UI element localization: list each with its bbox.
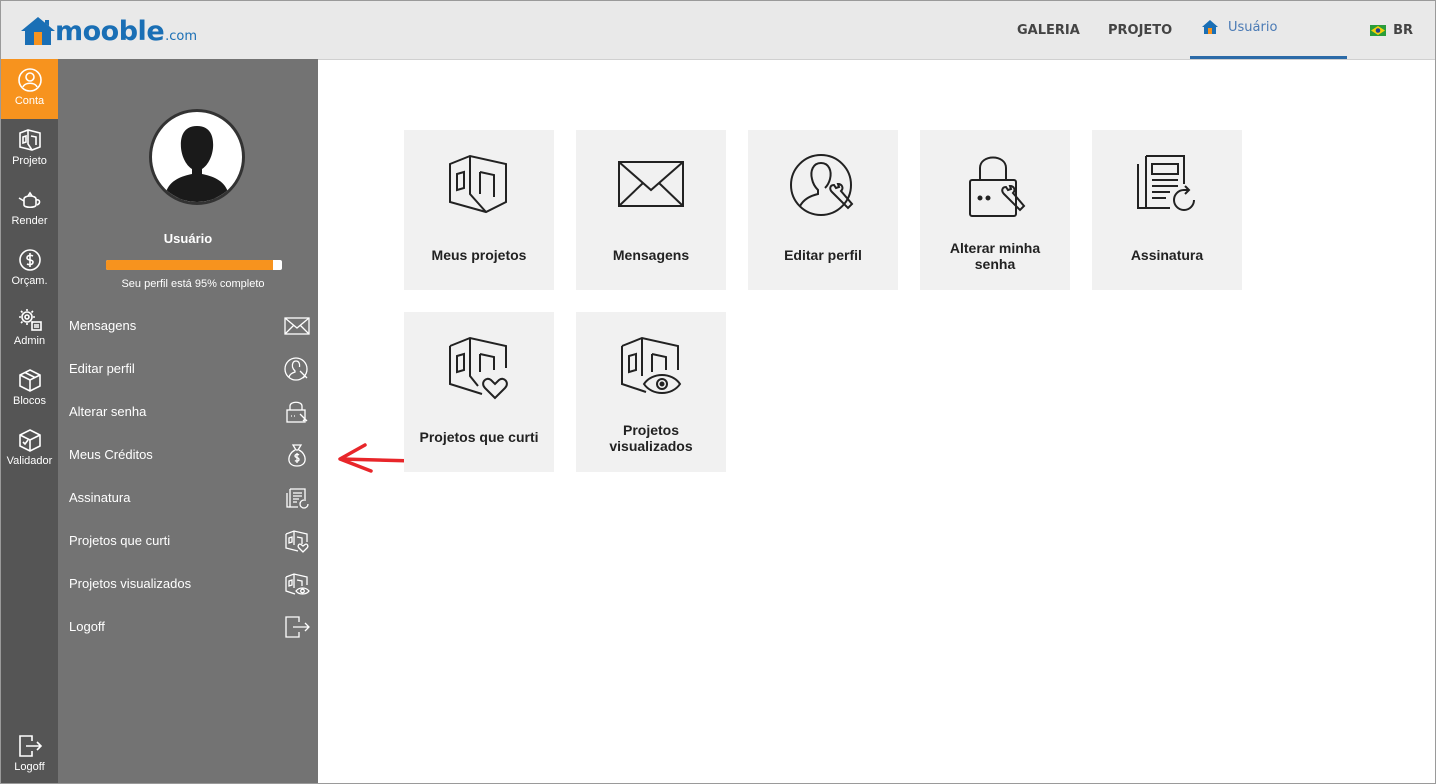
lock-key-icon [286, 401, 308, 423]
top-header: mooble .com GALERIA PROJETO Usuário BR [1, 1, 1435, 60]
cube-heart-icon [285, 530, 309, 553]
menu-item-label: Projetos visualizados [69, 576, 192, 591]
language-selector[interactable]: BR [1370, 23, 1413, 38]
avatar[interactable] [149, 109, 245, 205]
menu-item-projetos-visualizados[interactable]: Projetos visualizados [58, 569, 318, 612]
logout-icon [285, 616, 310, 638]
strip-item-blocos[interactable]: Blocos [1, 359, 58, 419]
lock-key-icon [969, 156, 1026, 217]
tile-projetos-visualizados[interactable]: Projetos visualizados [576, 312, 726, 472]
menu-item-projetos-que-curti[interactable]: Projetos que curti [58, 526, 318, 569]
nav-galeria[interactable]: GALERIA [1017, 1, 1080, 59]
cube-eye-icon [285, 573, 310, 595]
strip-label: Render [11, 215, 48, 227]
profile-progress-text: Seu perfil está 95% completo [121, 278, 265, 290]
menu-item-label: Mensagens [69, 318, 137, 333]
profile-progress-fill [106, 260, 274, 270]
user-edit-icon [284, 357, 308, 381]
strip-item-orcamento[interactable]: Orçam. [1, 239, 58, 299]
menu-item-label: Logoff [69, 619, 105, 634]
nav-projeto-label: PROJETO [1108, 22, 1173, 38]
menu-item-editar-perfil[interactable]: Editar perfil [58, 354, 318, 397]
brand-name: mooble [55, 16, 165, 47]
cube-project-icon [449, 154, 507, 214]
strip-item-conta[interactable]: Conta [1, 59, 58, 119]
tile-label: Editar perfil [784, 247, 862, 263]
cube-project-icon [18, 129, 41, 151]
mooble-logo[interactable]: mooble .com [19, 13, 197, 47]
strip-label: Admin [13, 335, 46, 347]
strip-label: Blocos [12, 395, 47, 407]
tile-projetos-que-curti[interactable]: Projetos que curti [404, 312, 554, 472]
strip-label: Logoff [14, 761, 45, 773]
tile-label: Meus projetos [431, 247, 527, 263]
nav-usuario[interactable]: Usuário [1190, 1, 1347, 59]
cube-heart-icon [449, 336, 508, 400]
tile-label-line: Projetos [622, 422, 679, 438]
tile-label: Alterar minha senha [925, 240, 1065, 272]
strip-label: Projeto [12, 155, 47, 167]
language-label: BR [1393, 23, 1413, 38]
icon-sidebar: Conta Projeto Render Orçam. Admin Blocos… [1, 59, 58, 783]
cube-eye-icon [621, 336, 682, 394]
menu-item-alterar-senha[interactable]: Alterar senha [58, 397, 318, 440]
menu-item-logoff[interactable]: Logoff [58, 612, 318, 655]
nav-galeria-label: GALERIA [1017, 22, 1080, 38]
strip-logoff[interactable]: Logoff [1, 725, 58, 783]
user-circle-icon [17, 68, 42, 92]
tile-label-line: Alterar minha [949, 240, 1041, 256]
house-logo-icon [21, 17, 55, 45]
menu-item-label: Projetos que curti [69, 533, 171, 548]
tile-editar-perfil[interactable]: Editar perfil [748, 130, 898, 290]
envelope-icon [618, 161, 684, 207]
menu-item-assinatura[interactable]: Assinatura [58, 483, 318, 526]
nav-projeto[interactable]: PROJETO [1108, 1, 1172, 59]
tile-label: Projetos visualizados [581, 422, 721, 454]
strip-label: Validador [6, 455, 53, 467]
menu-item-label: Assinatura [69, 490, 131, 505]
gears-icon [18, 309, 42, 331]
newspaper-refresh-icon [1137, 155, 1195, 211]
tile-assinatura[interactable]: Assinatura [1092, 130, 1242, 290]
menu-item-meus-creditos[interactable]: Meus Créditos [58, 440, 318, 483]
tile-alterar-senha[interactable]: Alterar minha senha [920, 130, 1070, 290]
box-icon [18, 369, 41, 392]
tile-mensagens[interactable]: Mensagens [576, 130, 726, 290]
envelope-icon [284, 317, 310, 335]
money-bag-icon [288, 444, 306, 467]
box-check-icon [18, 429, 41, 452]
menu-item-mensagens[interactable]: Mensagens [58, 311, 318, 354]
tile-label-line: senha [974, 256, 1016, 272]
tile-meus-projetos[interactable]: Meus projetos [404, 130, 554, 290]
newspaper-refresh-icon [286, 488, 309, 509]
strip-item-validador[interactable]: Validador [1, 419, 58, 479]
menu-item-label: Editar perfil [69, 361, 135, 376]
strip-item-projeto[interactable]: Projeto [1, 119, 58, 179]
user-edit-icon [790, 154, 854, 216]
dollar-coin-icon [18, 249, 41, 271]
tile-label-line: visualizados [609, 438, 693, 454]
profile-name: Usuário [163, 231, 213, 246]
logout-icon [18, 735, 42, 757]
strip-label: Orçam. [11, 275, 48, 287]
strip-item-render[interactable]: Render [1, 179, 58, 239]
nav-usuario-label: Usuário [1228, 20, 1278, 35]
user-silhouette-icon [166, 126, 228, 202]
menu-item-label: Meus Créditos [69, 447, 153, 462]
teapot-icon [18, 191, 40, 209]
strip-item-admin[interactable]: Admin [1, 299, 58, 359]
strip-label: Conta [14, 95, 45, 107]
brazil-flag-icon [1370, 25, 1387, 36]
brand-domain: .com [165, 29, 198, 44]
app-window: mooble .com GALERIA PROJETO Usuário BR C… [0, 0, 1436, 784]
tile-label: Mensagens [612, 247, 690, 263]
tile-label: Projetos que curti [419, 429, 539, 445]
home-icon [1202, 20, 1218, 34]
tile-label: Assinatura [1130, 247, 1204, 263]
account-menu-panel: Usuário Seu perfil está 95% completo Men… [58, 59, 318, 783]
menu-item-label: Alterar senha [69, 404, 147, 419]
profile-progress-bar [106, 260, 282, 270]
